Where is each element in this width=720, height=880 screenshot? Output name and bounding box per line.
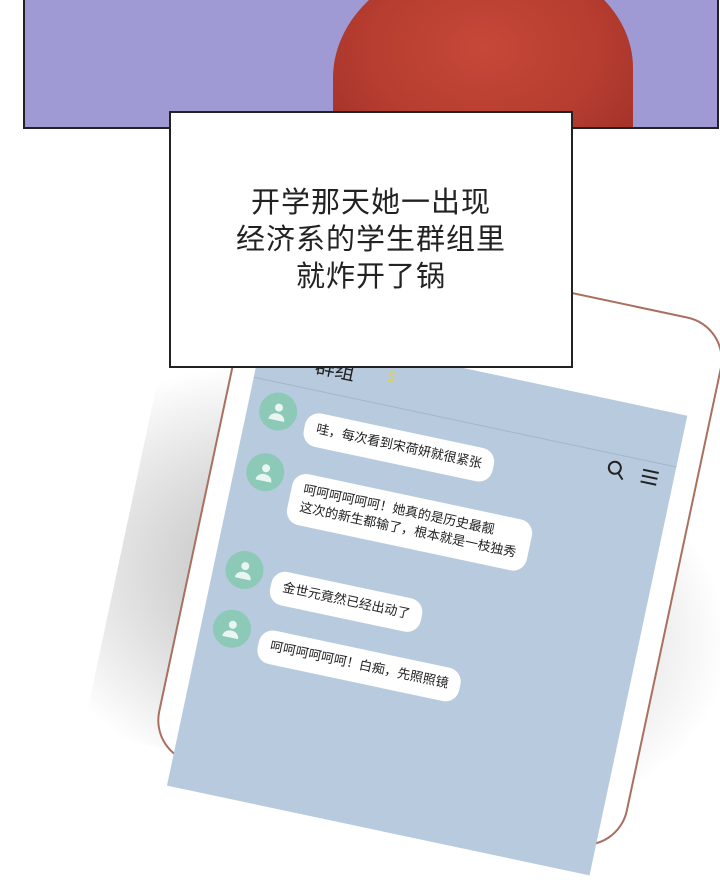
caption-line: 开学那天她一出现 [250,185,491,219]
top-comic-panel [23,0,719,129]
user-icon [268,403,285,423]
search-icon[interactable] [605,458,629,482]
red-hair-illustration [333,0,633,127]
avatar[interactable] [221,547,268,593]
member-count: 5 [385,368,398,387]
menu-icon[interactable] [638,465,662,489]
user-icon [234,562,251,581]
avatar[interactable] [255,389,301,435]
avatar[interactable] [209,606,255,652]
caption-line: 就炸开了锅 [295,259,446,293]
avatar[interactable] [242,449,288,495]
phone-screen: ← 群组 5 哇，每次看到宋荷妍就很紧张 呵呵呵呵呵呵！她真的是历史最靓 这次的… [166,325,688,876]
user-icon [222,620,239,640]
chat-toolbar [605,458,662,489]
user-icon [255,464,272,483]
caption-line: 经济系的学生群组里 [235,222,506,256]
narration-caption-box: 开学那天她一出现 经济系的学生群组里 就炸开了锅 [169,111,573,368]
